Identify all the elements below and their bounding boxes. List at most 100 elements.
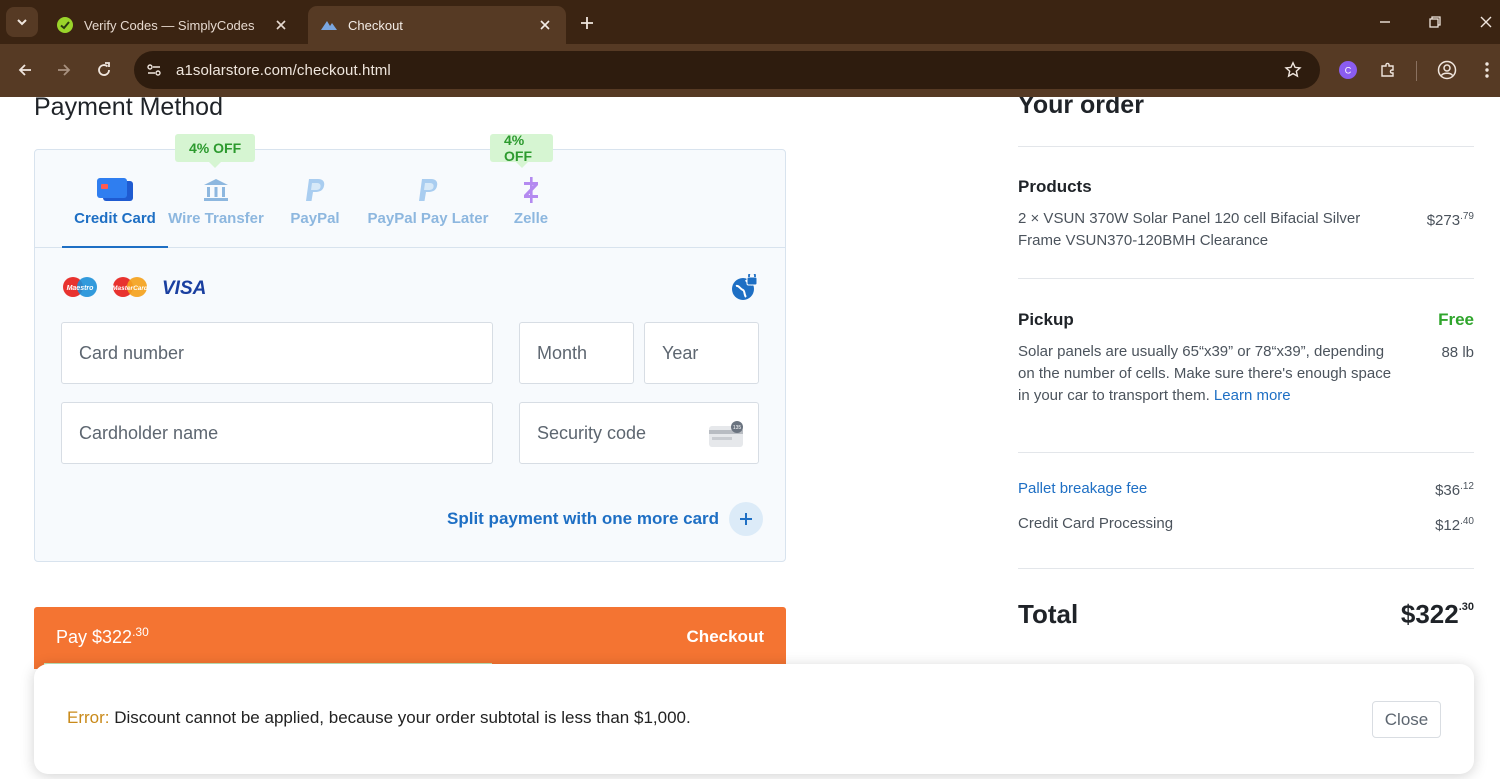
svg-text:C: C — [1345, 66, 1352, 76]
arrow-left-icon — [18, 64, 31, 76]
plus-icon[interactable] — [729, 502, 764, 536]
tab-label: PayPal — [290, 210, 340, 227]
extensions-puzzle-icon[interactable] — [1374, 56, 1402, 84]
divider — [1018, 568, 1474, 569]
product-price: $273.79 — [1426, 211, 1474, 229]
address-bar[interactable]: a1solarstore.com/checkout.html — [134, 51, 1320, 89]
plus-icon — [581, 17, 593, 29]
browser-menu-icon[interactable] — [1473, 56, 1500, 84]
new-tab-button[interactable] — [574, 10, 600, 36]
payment-box: Credit Card 4% OFF Wire Transfer PayPal — [34, 132, 786, 562]
tab-label: Zelle — [513, 210, 549, 227]
order-heading: Your order — [1018, 97, 1144, 119]
divider — [1018, 452, 1474, 453]
svg-text:Maestro: Maestro — [67, 285, 95, 292]
a1solar-favicon-icon — [320, 16, 338, 34]
discount-badge: 4% OFF — [490, 132, 553, 168]
tab-label: Credit Card — [74, 210, 156, 227]
restore-icon — [1429, 16, 1441, 28]
product-description: 2 × VSUN 370W Solar Panel 120 cell Bifac… — [1018, 210, 1361, 249]
cvv-card-icon: 135 — [708, 421, 746, 454]
mastercard-logo-icon: MasterCard — [111, 276, 149, 303]
split-payment-label: Split payment with one more card — [447, 509, 720, 528]
checkout-label: Checkout — [686, 627, 764, 646]
tab-checkout[interactable]: Checkout — [308, 6, 566, 44]
maestro-logo-icon: Maestro — [61, 276, 99, 303]
card-number-input[interactable]: Card number — [61, 322, 493, 384]
visa-logo-icon: VISA — [161, 276, 209, 303]
svg-text:VISA: VISA — [162, 278, 206, 298]
error-text: Discount cannot be applied, because your… — [109, 708, 691, 727]
total-value: $322.30 — [1400, 599, 1474, 629]
paypal-icon — [416, 176, 440, 204]
tab-zelle[interactable]: 4% OFF Zelle — [490, 132, 553, 248]
tab-title: Checkout — [348, 17, 403, 33]
tab-credit-card[interactable]: Credit Card — [62, 150, 168, 248]
expiry-month-input[interactable]: Month — [519, 322, 634, 384]
pickup-weight: 88 lb — [1441, 344, 1474, 361]
error-toast: Error: Discount cannot be applied, becau… — [34, 664, 1474, 774]
restore-button[interactable] — [1421, 8, 1449, 36]
divider — [1018, 278, 1474, 279]
tab-title: Verify Codes — SimplyCodes — [84, 17, 255, 33]
zelle-icon — [521, 176, 541, 204]
error-prefix: Error: — [67, 708, 110, 727]
cardholder-name-input[interactable]: Cardholder name — [61, 402, 493, 464]
total-label: Total — [1018, 599, 1079, 629]
expiry-year-input[interactable]: Year — [644, 322, 759, 384]
minimize-icon — [1380, 21, 1390, 23]
close-tab-icon[interactable] — [536, 16, 554, 34]
arrow-right-icon — [58, 64, 71, 76]
close-tab-icon[interactable] — [272, 16, 290, 34]
discount-badge: 4% OFF — [175, 134, 256, 168]
learn-more-link[interactable]: Learn more — [1214, 387, 1291, 404]
reload-button[interactable] — [90, 56, 118, 84]
accepted-cards: Maestro MasterCard VISA — [61, 276, 209, 303]
window-close-button[interactable] — [1472, 8, 1500, 36]
cc-processing-label: Credit Card Processing — [1018, 515, 1174, 532]
tab-paypal-pay-later[interactable]: PayPal Pay Later — [365, 150, 491, 248]
reload-icon — [98, 62, 110, 76]
back-button[interactable] — [11, 56, 39, 84]
error-message: Error: Discount cannot be applied, becau… — [67, 708, 691, 728]
tab-label: PayPal Pay Later — [367, 210, 489, 227]
browser-toolbar: a1solarstore.com/checkout.html C — [0, 44, 1500, 97]
site-info-icon[interactable] — [140, 56, 168, 84]
svg-text:135: 135 — [733, 425, 742, 431]
pickup-heading: Pickup — [1018, 310, 1074, 329]
pickup-note: Solar panels are usually 65“x39” or 78“x… — [1018, 343, 1392, 404]
chevron-down-icon — [17, 19, 27, 26]
bank-icon — [202, 176, 230, 204]
products-heading: Products — [1018, 177, 1092, 196]
svg-text:MasterCard: MasterCard — [112, 285, 149, 292]
divider — [1018, 146, 1474, 147]
simplycodes-favicon-icon — [56, 16, 74, 34]
tab-wire-transfer[interactable]: 4% OFF Wire Transfer — [166, 134, 266, 248]
toolbar-divider — [1416, 61, 1417, 81]
profile-icon[interactable] — [1433, 56, 1461, 84]
tab-paypal[interactable]: PayPal — [285, 150, 345, 248]
payment-method-heading: Payment Method — [34, 97, 223, 121]
tab-simplycodes[interactable]: Verify Codes — SimplyCodes — [44, 6, 302, 44]
close-toast-button[interactable]: Close — [1372, 701, 1441, 738]
tab-search-button[interactable] — [6, 7, 38, 37]
close-icon — [1480, 16, 1492, 28]
forward-button[interactable] — [50, 56, 78, 84]
browser-tab-strip: Verify Codes — SimplyCodes Checkout — [0, 0, 1500, 44]
secure-globe-lock-icon — [731, 271, 759, 302]
url-text: a1solarstore.com/checkout.html — [176, 61, 391, 79]
minimize-button[interactable] — [1371, 8, 1399, 36]
simplycodes-extension-icon[interactable]: C — [1334, 56, 1362, 84]
pay-amount: Pay $322.30 — [56, 625, 149, 647]
tab-label: Wire Transfer — [168, 210, 264, 227]
split-payment-link[interactable]: Split payment with one more card — [447, 502, 764, 536]
paypal-icon — [303, 176, 327, 204]
cc-processing-price: $12.40 — [1435, 516, 1474, 534]
payment-method-tabs: Credit Card 4% OFF Wire Transfer PayPal — [35, 132, 785, 248]
pallet-breakage-fee-link[interactable]: Pallet breakage fee — [1018, 478, 1147, 500]
pickup-price: Free — [1438, 310, 1474, 329]
bookmark-star-icon[interactable] — [1282, 59, 1304, 81]
security-code-input[interactable]: Security code 135 — [519, 402, 759, 464]
security-code-placeholder: Security code — [537, 422, 647, 443]
pay-checkout-button[interactable]: Pay $322.30 Checkout — [34, 607, 786, 669]
